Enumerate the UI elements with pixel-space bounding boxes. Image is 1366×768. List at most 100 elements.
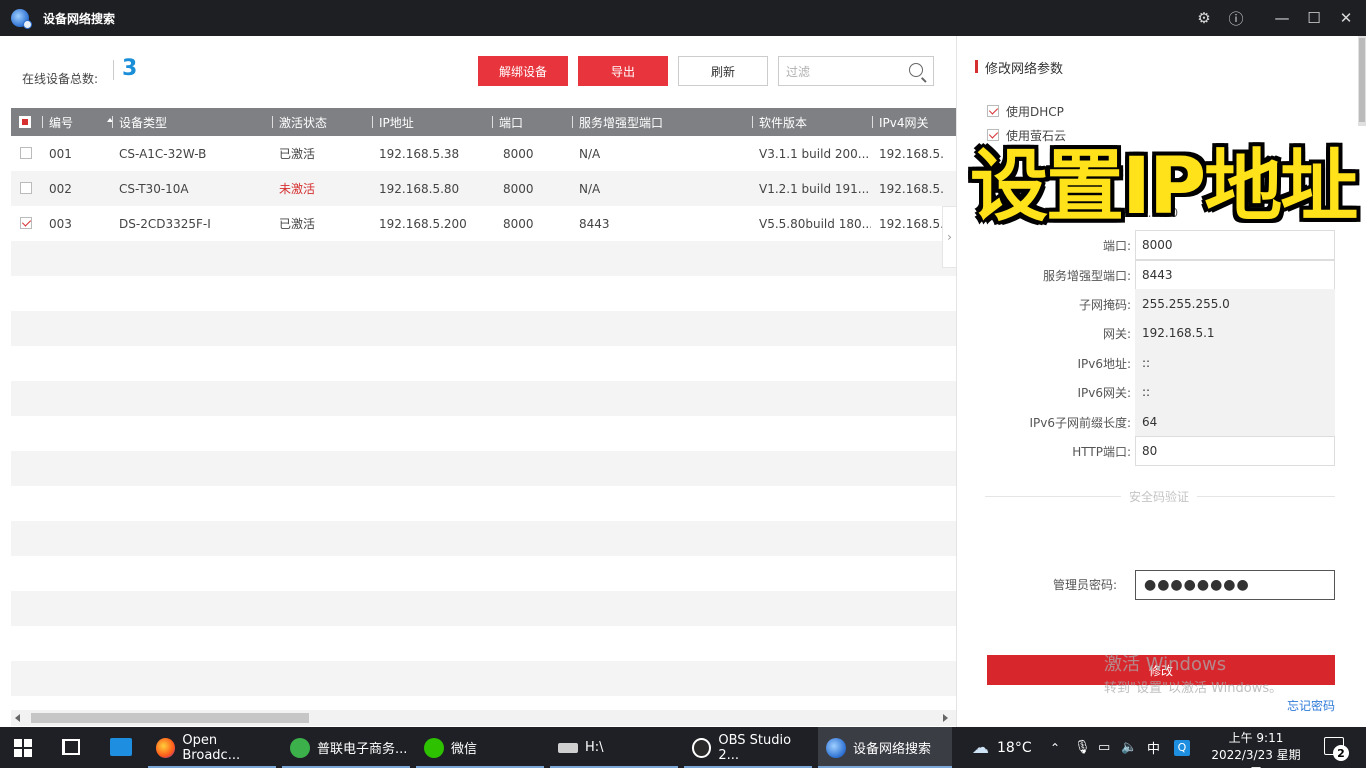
settings-gear-icon[interactable]: ⚙ [1188,0,1220,36]
empty-row [11,346,956,381]
ipv6-gateway-value: :: [1135,377,1335,407]
port-input[interactable]: 8000 [1135,230,1335,260]
unbind-device-button[interactable]: 解绑设备 [478,56,568,86]
export-button[interactable]: 导出 [578,56,668,86]
ime-indicator[interactable]: 中 [1147,727,1160,768]
info-icon[interactable]: ⓘ [1220,0,1252,36]
cell-enhanced-port: N/A [579,181,601,196]
maximize-icon[interactable]: ☐ [1298,0,1330,36]
use-dhcp-checkbox[interactable]: 使用DHCP [987,102,1064,120]
firefox-icon [156,737,176,758]
cell-gateway: 192.168.5.1 [879,216,945,231]
window-title: 设备网络搜索 [43,11,116,26]
column-header-enhanced-port[interactable]: 服务增强型端口 [572,108,663,136]
scroll-right-icon[interactable] [943,714,948,722]
subnet-mask-label: 子网掩码: [1078,297,1131,312]
empty-row [11,416,956,451]
cell-no: 002 [49,181,72,196]
gateway-field-row: 网关: 192.168.5.1 [957,318,1366,348]
column-header-no[interactable]: 编号 [42,108,73,136]
cloud-icon: ☁ [972,737,989,758]
enhanced-port-input[interactable]: 8443 [1135,260,1335,290]
empty-row [11,241,956,276]
taskbar-app-wechat[interactable]: 微信 [416,727,544,768]
ipv6-gateway-label: IPv6网关: [1077,385,1131,400]
microphone-icon[interactable]: 🎙 [1074,727,1091,768]
http-port-field-row: HTTP端口: 80 [957,436,1366,466]
checkbox-checked-icon[interactable] [987,129,999,141]
select-all-checkbox[interactable] [19,116,31,128]
row-checkbox[interactable] [20,182,32,194]
vertical-scrollbar[interactable] [1358,36,1366,126]
scrollbar-thumb[interactable] [31,713,309,723]
column-header-gateway[interactable]: IPv4网关 [872,108,929,136]
taskbar-app-obs-browser[interactable]: Open Broadc... [148,727,276,768]
http-port-input[interactable]: 80 [1135,436,1335,466]
cell-ip: 192.168.5.38 [379,146,460,161]
enhanced-port-label: 服务增强型端口: [1042,268,1131,283]
column-header-ip[interactable]: IP地址 [372,108,414,136]
taskbar: Open Broadc... 普联电子商务... 微信 H:\ OBS Stud… [0,727,1366,768]
cell-type: DS-2CD3325F-I [119,216,211,231]
taskbar-app-device-search[interactable]: 设备网络搜索 [818,727,952,768]
windows-start-icon[interactable] [14,739,32,757]
close-icon[interactable]: ✕ [1330,0,1362,36]
window-controls: ⚙ ⓘ — ☐ ✕ [1188,0,1366,36]
column-header-port[interactable]: 端口 [492,108,523,136]
divider [113,60,114,80]
cell-ip: 192.168.5.80 [379,181,460,196]
clock[interactable]: 上午 9:11 2022/3/23 星期三 [1206,730,1306,768]
ipv6-address-label: IPv6地址: [1077,356,1131,371]
device-table: 编号 设备类型 激活状态 IP地址 端口 服务增强型端口 软件版本 IPv4网关… [11,108,956,766]
file-explorer-icon[interactable] [110,738,132,756]
cell-version: V3.1.1 build 200... [759,146,870,161]
table-row[interactable]: 002 CS-T30-10A 未激活 192.168.5.80 8000 N/A… [11,171,956,206]
ipv6-prefix-value: 64 [1135,407,1335,437]
row-checkbox[interactable] [20,147,32,159]
empty-row [11,311,956,346]
minimize-icon[interactable]: — [1266,0,1298,36]
checkbox-checked-icon[interactable] [987,105,999,117]
show-hidden-icons-chevron-icon[interactable]: ⌃ [1050,727,1060,768]
scroll-left-icon[interactable] [15,714,20,722]
horizontal-scrollbar[interactable] [11,710,956,726]
cell-port: 8000 [503,181,534,196]
security-code-label: 安全码验证 [1121,488,1198,505]
empty-row [11,486,956,521]
forgot-password-link[interactable]: 忘记密码 [1287,697,1335,714]
table-header: 编号 设备类型 激活状态 IP地址 端口 服务增强型端口 软件版本 IPv4网关 [11,108,956,136]
taskbar-app-obs-studio[interactable]: OBS Studio 2... [684,727,812,768]
column-header-version[interactable]: 软件版本 [752,108,807,136]
cell-enhanced-port: 8443 [579,216,610,231]
volume-icon[interactable]: 🔈 [1121,727,1137,768]
search-icon[interactable] [909,63,923,77]
admin-password-input[interactable]: ●●●●●●●● [1135,570,1335,600]
drive-icon [558,742,578,753]
filter-input[interactable]: 过滤 [778,56,934,86]
collapse-panel-chevron-icon[interactable]: › [942,206,956,268]
refresh-button[interactable]: 刷新 [678,56,768,86]
table-row[interactable]: 003 DS-2CD3325F-I 已激活 192.168.5.200 8000… [11,206,956,241]
gateway-value: 192.168.5.1 [1135,318,1335,348]
column-header-status[interactable]: 激活状态 [272,108,327,136]
enhanced-port-field-row: 服务增强型端口: 8443 [957,260,1366,290]
taskbar-app-tplink-ecommerce[interactable]: 普联电子商务... [282,727,410,768]
port-label: 端口: [1102,238,1131,253]
notification-count-badge: 2 [1333,745,1349,761]
green-app-icon [290,737,310,758]
qq-icon[interactable]: Q [1174,727,1190,768]
subnet-mask-field-row: 子网掩码: 255.255.255.0 [957,289,1366,319]
taskbar-app-drive-h[interactable]: H:\ [550,727,678,768]
column-header-type[interactable]: 设备类型 [112,108,167,136]
cell-status: 已激活 [279,147,316,161]
ipv6-address-field-row: IPv6地址: :: [957,348,1366,378]
task-view-icon[interactable] [62,739,80,755]
battery-icon[interactable]: ▭ [1098,727,1110,768]
ipv6-address-value: :: [1135,348,1335,378]
admin-password-label: 管理员密码: [1053,578,1118,592]
weather-widget[interactable]: ☁ 18°C [972,727,1032,768]
http-port-label: HTTP端口: [1072,444,1131,459]
table-row[interactable]: 001 CS-A1C-32W-B 已激活 192.168.5.38 8000 N… [11,136,956,171]
empty-row [11,451,956,486]
row-checkbox-checked[interactable] [20,217,32,229]
